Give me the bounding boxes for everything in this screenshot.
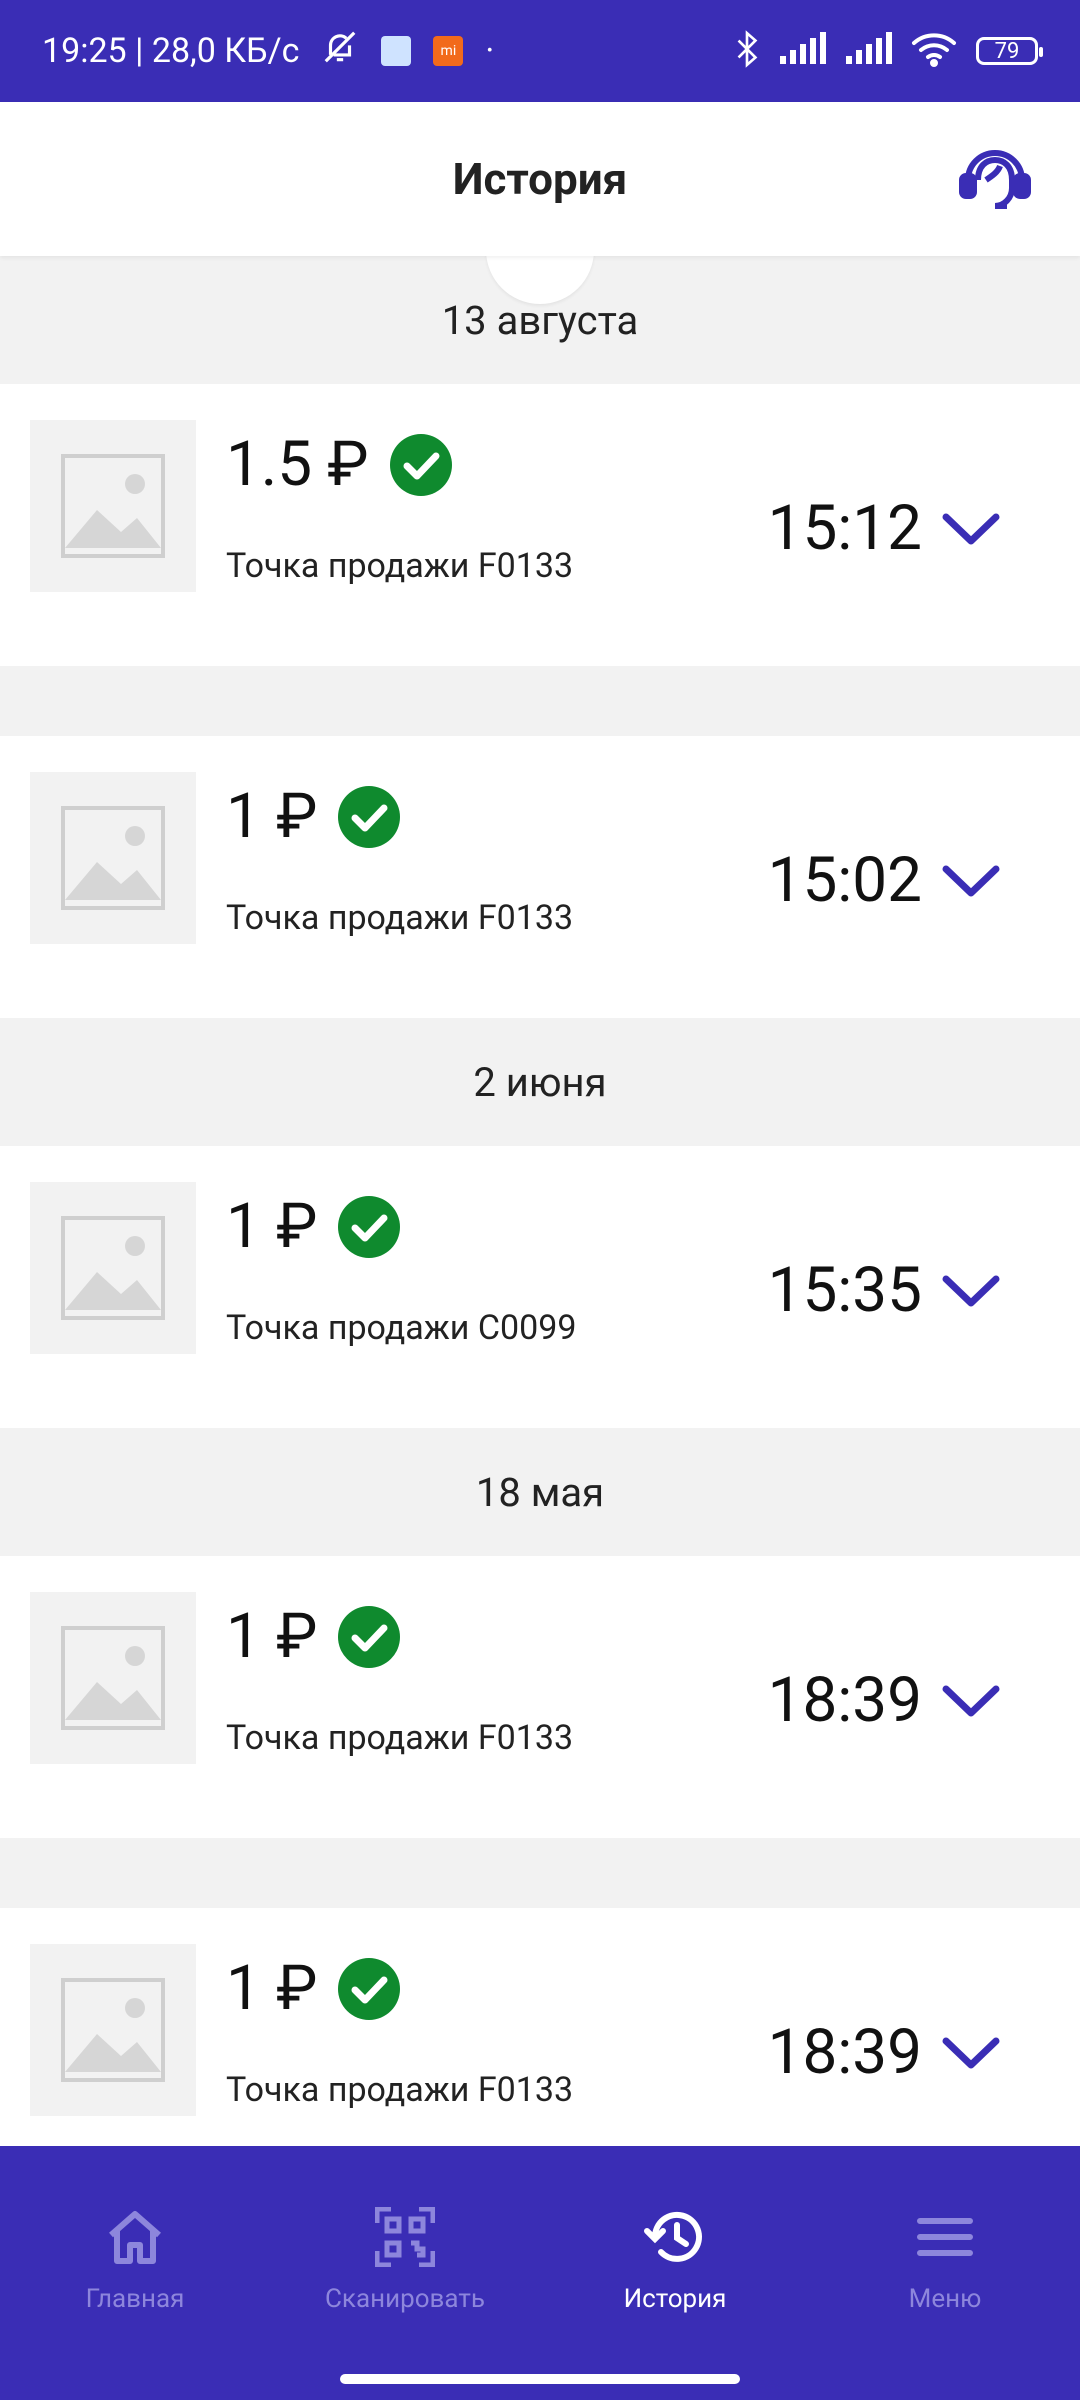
history-icon <box>643 2202 707 2272</box>
transaction-amount: 1.5 ₽ <box>226 428 369 501</box>
app-header: История <box>0 102 1080 256</box>
chevron-down-icon[interactable] <box>942 1273 1000 1309</box>
transaction-amount: 1 ₽ <box>226 1952 318 2025</box>
battery-level: 79 <box>994 38 1020 64</box>
signal-icon-2 <box>844 32 892 70</box>
transaction-time: 18:39 <box>767 1664 922 1737</box>
status-time-speed: 19:25 | 28,0 КБ/с <box>42 31 300 71</box>
transaction-card[interactable]: 1.5 ₽ Точка продажи F0133 15:12 <box>0 384 1080 666</box>
transaction-time: 15:35 <box>767 1254 922 1327</box>
transaction-amount: 1 ₽ <box>226 780 318 853</box>
chevron-down-icon[interactable] <box>942 1683 1000 1719</box>
page-title: История <box>452 153 628 205</box>
merchant-name: Точка продажи F0133 <box>226 1718 574 1758</box>
transaction-time: 18:39 <box>767 2016 922 2089</box>
list-spacer <box>0 1838 1080 1908</box>
merchant-name: Точка продажи F0133 <box>226 2070 574 2110</box>
support-agent-icon <box>959 150 1031 209</box>
merchant-name: Точка продажи F0133 <box>226 898 574 938</box>
image-placeholder-icon <box>30 1592 196 1764</box>
success-check-icon <box>338 1605 401 1668</box>
success-check-icon <box>338 785 401 848</box>
app-notification-icon <box>381 36 412 66</box>
qr-scan-icon <box>375 2202 435 2272</box>
date-header: 2 июня <box>0 1018 1080 1146</box>
transaction-amount: 1 ₽ <box>226 1190 318 1263</box>
transaction-list: 13 августа 1.5 ₽ Точка продажи F0133 15:… <box>0 256 1080 2190</box>
transaction-time: 15:12 <box>767 492 922 565</box>
nav-item-home[interactable]: Главная <box>0 2146 270 2400</box>
transaction-card[interactable]: 1 ₽ Точка продажи C0099 15:35 <box>0 1146 1080 1428</box>
image-placeholder-icon <box>30 772 196 944</box>
battery-indicator: 79 <box>976 37 1043 65</box>
image-placeholder-icon <box>30 420 196 592</box>
menu-icon <box>916 2202 974 2272</box>
nav-item-menu[interactable]: Меню <box>810 2146 1080 2400</box>
signal-icon <box>778 32 826 70</box>
status-bar: 19:25 | 28,0 КБ/с mi · 79 <box>0 0 1080 102</box>
chevron-down-icon[interactable] <box>942 863 1000 899</box>
image-placeholder-icon <box>30 1944 196 2116</box>
nav-label-home: Главная <box>85 2284 185 2314</box>
status-dot: · <box>485 31 495 71</box>
success-check-icon <box>338 1957 401 2020</box>
home-icon <box>105 2202 165 2272</box>
chevron-down-icon[interactable] <box>942 511 1000 547</box>
list-spacer <box>0 666 1080 736</box>
support-button[interactable] <box>956 140 1034 218</box>
chevron-down-icon[interactable] <box>942 2035 1000 2071</box>
merchant-name: Точка продажи C0099 <box>226 1308 577 1348</box>
bottom-navigation: Главная Сканировать История Меню <box>0 2146 1080 2400</box>
nav-item-history[interactable]: История <box>540 2146 810 2400</box>
date-header: 18 мая <box>0 1428 1080 1556</box>
nav-label-history: История <box>623 2284 727 2314</box>
transaction-card[interactable]: 1 ₽ Точка продажи F0133 15:02 <box>0 736 1080 1018</box>
mi-app-label: mi <box>440 43 457 59</box>
transaction-time: 15:02 <box>767 844 922 917</box>
muted-bell-icon <box>321 28 359 75</box>
transaction-card[interactable]: 1 ₽ Точка продажи F0133 18:39 <box>0 1556 1080 1838</box>
mi-app-icon: mi <box>433 36 464 66</box>
bluetooth-icon <box>734 30 760 72</box>
nav-label-scan: Сканировать <box>325 2284 485 2314</box>
success-check-icon <box>338 1195 401 1258</box>
image-placeholder-icon <box>30 1182 196 1354</box>
nav-item-scan[interactable]: Сканировать <box>270 2146 540 2400</box>
transaction-amount: 1 ₽ <box>226 1600 318 1673</box>
success-check-icon <box>389 433 452 496</box>
home-gesture-bar[interactable] <box>340 2374 740 2384</box>
merchant-name: Точка продажи F0133 <box>226 546 574 586</box>
wifi-icon <box>910 31 958 71</box>
nav-label-menu: Меню <box>908 2284 982 2314</box>
